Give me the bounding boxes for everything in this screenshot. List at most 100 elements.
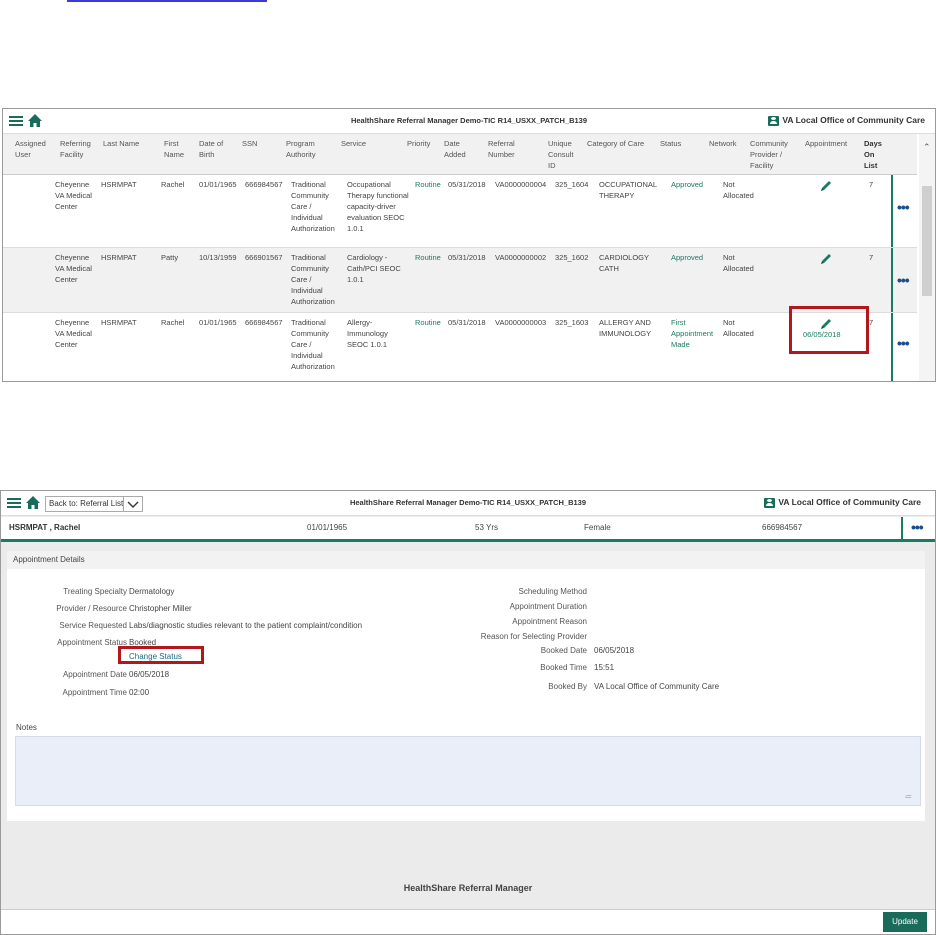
- edit-pencil-icon[interactable]: [819, 252, 833, 266]
- cell-priority: Routine: [415, 180, 441, 189]
- patient-more-button[interactable]: •••: [901, 517, 935, 539]
- cell-network: Not Allocated: [723, 253, 754, 273]
- top-bar: Back to: Referral List HealthShare Refer…: [1, 491, 935, 516]
- col-first-name[interactable]: First Name: [164, 138, 192, 160]
- cell-category: OCCUPATIONAL THERAPY: [599, 180, 657, 200]
- cell-days: 7: [869, 318, 874, 327]
- cell-service: Occupational Therapy functional capacity…: [347, 180, 409, 233]
- more-icon[interactable]: •••: [897, 199, 910, 215]
- patient-banner: HSRMPAT , Rachel 01/01/1965 53 Yrs Femal…: [1, 517, 935, 542]
- col-unique-consult-id[interactable]: Unique Consult ID: [548, 138, 578, 171]
- cell-service: Allergy-Immunology SEOC 1.0.1: [347, 318, 388, 349]
- notes-textarea[interactable]: ≔: [15, 736, 921, 806]
- cell-first-name: Patty: [161, 253, 179, 262]
- top-underline-link[interactable]: [67, 0, 267, 2]
- col-status[interactable]: Status: [660, 138, 700, 149]
- cell-last-name: HSRMPAT: [101, 253, 137, 262]
- bottom-bar: Update: [1, 909, 935, 934]
- value-service-requested: Labs/diagnostic studies relevant to the …: [129, 621, 363, 630]
- col-network[interactable]: Network: [709, 138, 745, 149]
- patient-sex: Female: [584, 523, 611, 532]
- resize-grip-icon[interactable]: ≔: [905, 793, 912, 801]
- value-booked-date: 06/05/2018: [594, 646, 635, 655]
- table-header: Assigned User Referring Facility Last Na…: [3, 134, 917, 175]
- cell-dob: 01/01/1965: [199, 180, 237, 189]
- cell-status: Approved: [671, 180, 704, 189]
- footer-brand: HealthShare Referral Manager: [403, 883, 533, 893]
- label-service-requested: Service Requested: [59, 621, 127, 630]
- cell-priority: Routine: [415, 253, 441, 262]
- cell-status: Approved: [671, 253, 704, 262]
- patient-name: HSRMPAT , Rachel: [9, 523, 81, 532]
- row-actions[interactable]: •••: [891, 313, 917, 381]
- col-category-of-care[interactable]: Category of Care: [587, 138, 653, 149]
- cell-program: Traditional Community Care / Individual …: [291, 318, 335, 371]
- label-appointment-reason: Appointment Reason: [512, 617, 587, 626]
- cell-dob: 10/13/1959: [199, 253, 237, 262]
- row-actions[interactable]: •••: [891, 248, 917, 312]
- cell-service: Cardiology - Cath/PCI SEOC 1.0.1: [347, 253, 401, 284]
- value-provider: Christopher Miller: [129, 604, 192, 613]
- cell-ssn: 666984567: [245, 318, 283, 327]
- col-last-name[interactable]: Last Name: [103, 138, 151, 149]
- more-icon[interactable]: •••: [897, 272, 910, 288]
- value-appointment-time: 02:00: [129, 688, 150, 697]
- col-days-on-list[interactable]: Days On List: [864, 138, 886, 171]
- cell-date-added: 05/31/2018: [448, 318, 486, 327]
- col-dob[interactable]: Date of Birth: [199, 138, 233, 160]
- cell-days: 7: [869, 253, 874, 262]
- col-community-provider[interactable]: Community Provider / Facility: [750, 138, 800, 171]
- more-icon[interactable]: •••: [897, 335, 910, 351]
- col-ssn[interactable]: SSN: [242, 138, 272, 149]
- col-service[interactable]: Service: [341, 138, 391, 149]
- cell-days: 7: [869, 180, 874, 189]
- update-button[interactable]: Update: [883, 912, 927, 932]
- cell-consult-id: 325_1602: [555, 253, 589, 262]
- col-referring-facility[interactable]: Referring Facility: [60, 138, 100, 160]
- label-booked-time: Booked Time: [540, 663, 587, 672]
- value-appointment-date: 06/05/2018: [129, 670, 170, 679]
- scroll-thumb[interactable]: [922, 186, 932, 296]
- label-appointment-status: Appointment Status: [57, 638, 127, 647]
- label-booked-date: Booked Date: [540, 646, 587, 655]
- notes-label: Notes: [16, 723, 37, 732]
- cell-consult-id: 325_1604: [555, 180, 589, 189]
- col-assigned-user[interactable]: Assigned User: [15, 138, 51, 160]
- edit-pencil-icon[interactable]: [819, 179, 833, 193]
- cell-last-name: HSRMPAT: [101, 180, 137, 189]
- cell-ssn: 666901567: [245, 253, 283, 262]
- col-program-authority[interactable]: Program Authority: [286, 138, 334, 160]
- cell-ssn: 666984567: [245, 180, 283, 189]
- scrollbar[interactable]: ⌃: [919, 134, 935, 381]
- patient-age: 53 Yrs: [475, 523, 498, 532]
- user-badge-icon: [764, 497, 776, 508]
- label-appointment-time: Appointment Time: [62, 688, 127, 697]
- table-row[interactable]: Cheyenne VA Medical Center HSRMPAT Rache…: [3, 313, 917, 381]
- label-scheduling-method: Scheduling Method: [518, 587, 588, 596]
- col-appointment[interactable]: Appointment: [805, 138, 855, 149]
- patient-dob: 01/01/1965: [307, 523, 348, 532]
- col-date-added[interactable]: Date Added: [444, 138, 474, 160]
- cell-referral-number: VA0000000003: [495, 318, 547, 327]
- cell-date-added: 05/31/2018: [448, 253, 486, 262]
- cell-program: Traditional Community Care / Individual …: [291, 253, 335, 306]
- chevron-up-icon[interactable]: ⌃: [923, 142, 931, 153]
- more-icon[interactable]: •••: [911, 519, 924, 535]
- label-reason-selecting-provider: Reason for Selecting Provider: [480, 632, 587, 641]
- cell-facility: Cheyenne VA Medical Center: [55, 253, 92, 284]
- table-row[interactable]: Cheyenne VA Medical Center HSRMPAT Patty…: [3, 248, 917, 313]
- label-treating-specialty: Treating Specialty: [63, 587, 127, 596]
- value-booked-by: VA Local Office of Community Care: [594, 682, 720, 691]
- top-bar: HealthShare Referral Manager Demo-TIC R1…: [3, 109, 935, 134]
- cell-facility: Cheyenne VA Medical Center: [55, 180, 92, 211]
- cell-status: First Appointment Made: [671, 318, 714, 349]
- row-actions[interactable]: •••: [891, 175, 917, 247]
- office-label: VA Local Office of Community Care: [768, 115, 925, 126]
- highlight-box: [118, 646, 204, 664]
- col-priority[interactable]: Priority: [407, 138, 437, 149]
- table-row[interactable]: Cheyenne VA Medical Center HSRMPAT Rache…: [3, 175, 917, 248]
- col-referral-number[interactable]: Referral Number: [488, 138, 528, 160]
- office-label: VA Local Office of Community Care: [764, 497, 921, 508]
- cell-category: ALLERGY AND IMMUNOLOGY: [599, 318, 652, 338]
- cell-program: Traditional Community Care / Individual …: [291, 180, 335, 233]
